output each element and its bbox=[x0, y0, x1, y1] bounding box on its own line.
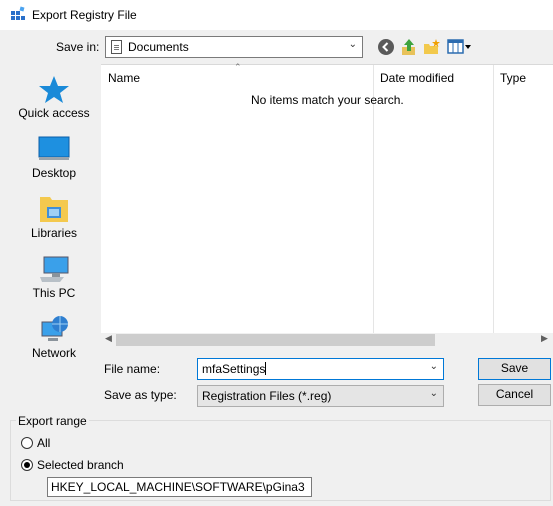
selected-branch-field[interactable]: HKEY_LOCAL_MACHINE\SOFTWARE\pGina3 bbox=[47, 477, 312, 497]
save-as-type-label: Save as type: bbox=[104, 388, 177, 402]
text-cursor bbox=[265, 362, 267, 375]
place-this-pc[interactable]: This PC bbox=[8, 252, 100, 308]
sort-ascending-icon: ⌃ bbox=[234, 62, 242, 72]
file-name-field[interactable]: mfaSettings ⌄ bbox=[197, 358, 444, 380]
horizontal-scrollbar[interactable]: ◀ ▶ bbox=[101, 333, 553, 347]
place-desktop[interactable]: Desktop bbox=[8, 132, 100, 188]
empty-message: No items match your search. bbox=[251, 93, 404, 107]
export-range-title: Export range bbox=[16, 414, 89, 428]
place-label: This PC bbox=[32, 286, 76, 300]
radio-selected-branch-label[interactable]: Selected branch bbox=[37, 458, 124, 472]
scroll-left-icon[interactable]: ◀ bbox=[105, 333, 112, 344]
computer-icon bbox=[40, 256, 69, 282]
file-name-label: File name: bbox=[104, 362, 161, 376]
new-folder-icon[interactable] bbox=[423, 38, 441, 56]
title-bar: Export Registry File bbox=[0, 0, 553, 30]
file-list[interactable]: ⌃ Name Date modified Type No items match… bbox=[101, 62, 553, 347]
place-label: Libraries bbox=[30, 226, 78, 240]
desktop-icon bbox=[38, 136, 70, 160]
column-header-type[interactable]: Type bbox=[500, 71, 526, 85]
documents-folder-icon bbox=[111, 40, 122, 54]
window-title: Export Registry File bbox=[32, 8, 137, 22]
chevron-down-icon: ⌄ bbox=[348, 39, 357, 50]
save-in-label: Save in: bbox=[56, 40, 100, 54]
column-header-name[interactable]: Name bbox=[108, 71, 140, 85]
save-in-value: Documents bbox=[128, 40, 189, 54]
save-as-type-dropdown[interactable]: Registration Files (*.reg) ⌄ bbox=[197, 385, 444, 407]
place-libraries[interactable]: Libraries bbox=[8, 192, 100, 248]
network-icon bbox=[41, 316, 68, 341]
place-network[interactable]: Network bbox=[8, 312, 100, 368]
selected-branch-value: HKEY_LOCAL_MACHINE\SOFTWARE\pGina3 bbox=[51, 480, 305, 494]
save-in-dropdown[interactable]: Documents ⌄ bbox=[105, 36, 363, 58]
scrollbar-thumb[interactable] bbox=[116, 334, 435, 346]
save-button[interactable]: Save bbox=[478, 358, 551, 380]
place-label: Network bbox=[31, 346, 76, 360]
save-as-type-value: Registration Files (*.reg) bbox=[202, 389, 332, 403]
place-label: Quick access bbox=[18, 106, 90, 120]
chevron-down-icon[interactable]: ⌄ bbox=[430, 361, 438, 372]
up-folder-icon[interactable] bbox=[400, 38, 418, 56]
radio-selected-branch[interactable] bbox=[21, 459, 33, 471]
radio-all-label[interactable]: All bbox=[37, 436, 50, 450]
chevron-down-icon: ⌄ bbox=[429, 388, 438, 399]
place-quick-access[interactable]: Quick access bbox=[8, 72, 100, 128]
cancel-button[interactable]: Cancel bbox=[478, 384, 551, 406]
back-icon[interactable] bbox=[377, 38, 395, 56]
radio-all[interactable] bbox=[21, 437, 33, 449]
file-name-value: mfaSettings bbox=[202, 362, 266, 376]
scroll-right-icon[interactable]: ▶ bbox=[541, 333, 548, 344]
libraries-icon bbox=[40, 197, 68, 222]
place-label: Desktop bbox=[31, 166, 77, 180]
column-divider bbox=[493, 65, 494, 333]
column-header-date-modified[interactable]: Date modified bbox=[380, 71, 454, 85]
view-menu-icon[interactable] bbox=[447, 38, 473, 56]
star-icon bbox=[39, 76, 69, 103]
places-bar: Quick access Desktop Libraries This PC N… bbox=[8, 66, 100, 366]
registry-editor-icon bbox=[11, 6, 25, 20]
